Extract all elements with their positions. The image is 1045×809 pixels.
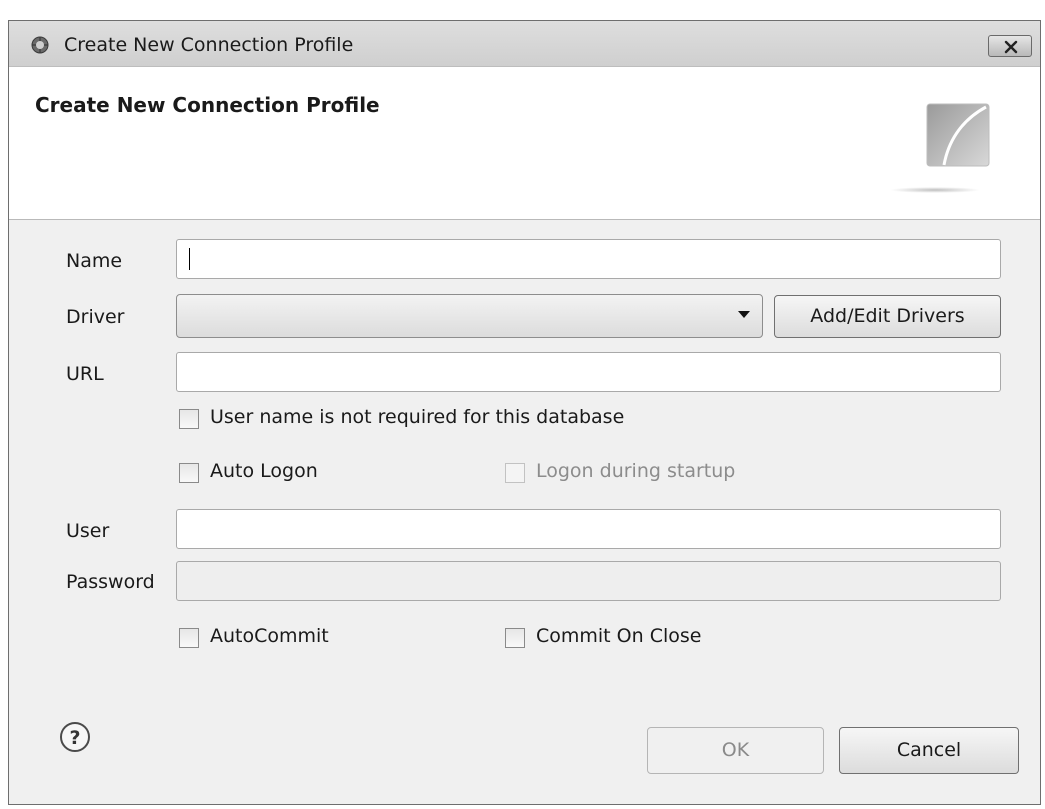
add-edit-drivers-button[interactable]: Add/Edit Drivers [774, 295, 1001, 338]
ok-label: OK [721, 739, 750, 761]
help-icon[interactable]: ? [59, 721, 91, 753]
name-label: Name [66, 250, 123, 272]
commit-on-close-label: Commit On Close [536, 625, 702, 647]
auto-logon-label: Auto Logon [210, 460, 318, 482]
cancel-button[interactable]: Cancel [839, 727, 1019, 774]
auto-logon-checkbox[interactable] [179, 463, 199, 483]
user-input[interactable] [176, 509, 1001, 549]
wizard-header: Create New Connection Profile [9, 67, 1040, 220]
driver-select[interactable] [176, 294, 763, 338]
svg-text:?: ? [69, 727, 80, 749]
add-edit-drivers-label: Add/Edit Drivers [810, 305, 965, 327]
driver-label: Driver [66, 306, 125, 328]
user-label: User [66, 520, 110, 542]
header-title: Create New Connection Profile [35, 93, 380, 117]
password-label: Password [66, 571, 155, 593]
autocommit-label: AutoCommit [210, 625, 329, 647]
url-input[interactable] [176, 352, 1001, 392]
cancel-label: Cancel [896, 739, 962, 761]
logon-startup-label: Logon during startup [536, 460, 736, 482]
url-label: URL [66, 363, 104, 385]
dialog-window: Create New Connection Profile Create New… [8, 20, 1041, 805]
banner-shadow [890, 187, 980, 193]
window-title: Create New Connection Profile [64, 34, 354, 56]
close-button[interactable] [988, 35, 1032, 57]
autocommit-checkbox[interactable] [179, 628, 199, 648]
commit-on-close-checkbox[interactable] [505, 628, 525, 648]
name-input[interactable] [176, 239, 1001, 279]
ok-button[interactable]: OK [647, 727, 824, 774]
app-icon [31, 36, 49, 54]
close-icon [1004, 40, 1018, 54]
title-bar[interactable]: Create New Connection Profile [9, 21, 1040, 67]
user-not-required-checkbox[interactable] [179, 409, 199, 429]
wizard-banner-icon [926, 103, 990, 167]
logon-startup-checkbox [505, 463, 525, 483]
user-not-required-label: User name is not required for this datab… [210, 406, 625, 428]
text-caret [189, 248, 190, 270]
chevron-down-icon [738, 311, 750, 318]
password-input [176, 561, 1001, 601]
